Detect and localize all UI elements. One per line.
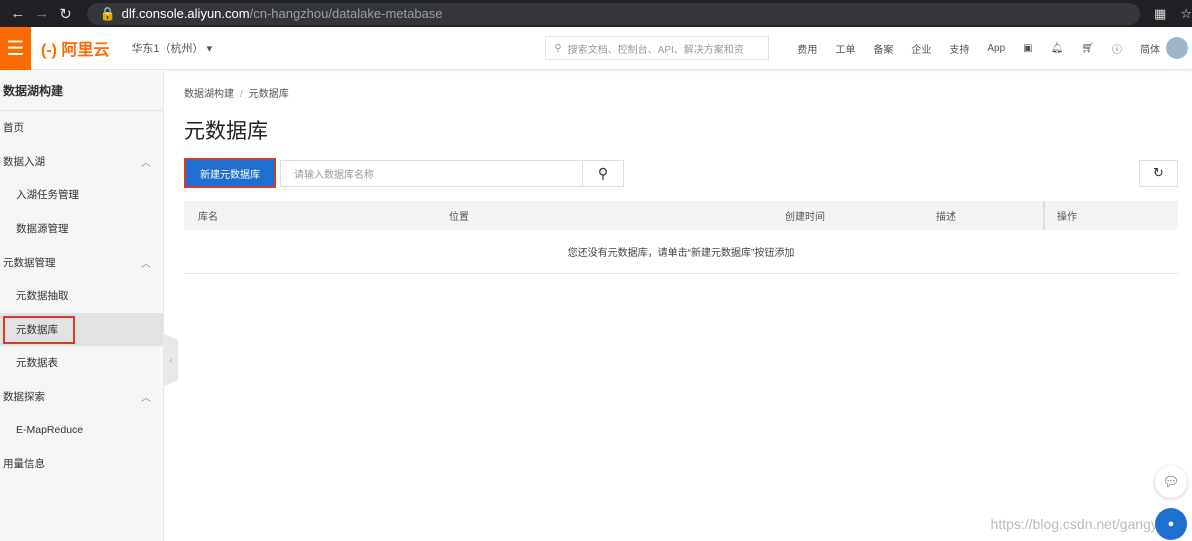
sidebar-item[interactable]: 入湖任务管理	[0, 178, 163, 212]
empty-message: 您还没有元数据库，请单击“新建元数据库”按钮添加	[184, 230, 1178, 274]
qr-icon[interactable]: ▦	[1154, 6, 1166, 22]
sidebar-item[interactable]: 元数据管理 ︿	[0, 245, 163, 279]
sidebar-item-label: 数据探索	[3, 391, 45, 404]
sidebar-item[interactable]: 数据入湖 ︿	[0, 145, 163, 179]
sidebar-item-label: 数据入湖	[3, 155, 45, 168]
top-nav: ☰ (-) 阿里云 华东1（杭州） ▾ ⚲ 搜索文档、控制台、API、解决方案和资…	[0, 26, 1192, 70]
sidebar-item[interactable]: 用量信息	[0, 447, 163, 481]
column-description: 描述	[936, 212, 956, 223]
nav-link-support[interactable]: 支持	[949, 41, 969, 56]
chevron-up-icon[interactable]: ︿	[141, 154, 151, 169]
sidebar-item-label: E-MapReduce	[16, 424, 84, 437]
chevron-up-icon[interactable]: ︿	[141, 389, 151, 404]
column-name: 库名	[198, 212, 218, 223]
sidebar-item-label: 元数据抽取	[16, 290, 69, 303]
nav-link-app[interactable]: App	[987, 43, 1005, 54]
search-icon: ⚲	[554, 42, 562, 54]
highlight-box	[3, 315, 75, 344]
main-content: 数据湖构建 / 元数据库 元数据库 新建元数据库 请输入数据库名称 ⚲ ↻ 库名 位…	[184, 71, 1178, 274]
sidebar-item-label: 入湖任务管理	[16, 189, 79, 202]
breadcrumb-current: 元数据库	[248, 89, 289, 100]
sidebar-item-label: 用量信息	[3, 458, 45, 471]
column-location: 位置	[449, 212, 469, 223]
sidebar-collapse-handle[interactable]: ‹	[164, 334, 178, 386]
language-switch[interactable]: 简体	[1140, 41, 1160, 56]
global-search-input[interactable]: ⚲ 搜索文档、控制台、API、解决方案和资	[545, 36, 770, 60]
breadcrumb: 数据湖构建 / 元数据库	[184, 89, 289, 100]
bell-icon[interactable]: 🔔︎	[1051, 43, 1064, 54]
sidebar-item[interactable]: 元数据库	[0, 312, 163, 347]
address-bar[interactable]: 🔒 dlf.console.aliyun.com/cn-hangzhou/data…	[87, 2, 1141, 25]
back-icon[interactable]: ←	[6, 5, 30, 22]
nav-link-icp[interactable]: 备案	[873, 41, 893, 56]
caret-down-icon: ▾	[206, 43, 213, 55]
breadcrumb-link[interactable]: 数据湖构建	[184, 89, 234, 100]
terminal-icon[interactable]: ▣	[1023, 43, 1032, 54]
page-title: 元数据库	[184, 120, 268, 143]
sidebar-item[interactable]: 数据源管理	[0, 212, 163, 246]
assistant-icon: ●	[1167, 518, 1175, 530]
refresh-button[interactable]: ↻	[1139, 159, 1178, 187]
search-button[interactable]: ⚲	[583, 159, 624, 187]
help-icon[interactable]: ⓘ	[1112, 41, 1122, 56]
sidebar-item-label: 首页	[3, 122, 24, 135]
create-database-button[interactable]: 新建元数据库	[184, 158, 276, 188]
browser-bar: ← → ↻ 🔒 dlf.console.aliyun.com/cn-hangzho…	[0, 0, 1192, 27]
nav-link-ticket[interactable]: 工单	[835, 41, 855, 56]
chat-icon: 💬︎	[1162, 474, 1180, 489]
refresh-icon: ↻	[1153, 165, 1164, 180]
assistant-button[interactable]: ●	[1155, 508, 1187, 540]
database-search-input[interactable]: 请输入数据库名称	[280, 159, 583, 187]
sidebar-item-label: 元数据表	[16, 357, 58, 370]
column-actions: 操作	[1043, 201, 1077, 230]
forward-icon[interactable]: →	[30, 5, 54, 22]
region-selector[interactable]: 华东1（杭州） ▾	[131, 40, 212, 56]
logo[interactable]: (-) 阿里云	[41, 36, 109, 60]
sidebar-item-label: 数据源管理	[16, 223, 69, 236]
sidebar-title: 数据湖构建	[0, 71, 163, 111]
sidebar-item-label: 元数据管理	[3, 256, 56, 269]
chevron-up-icon[interactable]: ︿	[141, 255, 151, 270]
lock-icon: 🔒	[99, 5, 116, 21]
star-icon[interactable]: ☆	[1180, 6, 1192, 22]
sidebar-item[interactable]: 数据探索 ︿	[0, 380, 163, 414]
sidebar: 数据湖构建 首页 数据入湖 ︿ 入湖任务管理 数据源管理 元数据管理 ︿ 元数据抽取 元数据库元…	[0, 71, 164, 541]
table-header: 库名 位置 创建时间 描述 操作	[184, 201, 1178, 230]
cart-icon[interactable]: 🛒︎	[1081, 43, 1094, 54]
sidebar-item[interactable]: E-MapReduce	[0, 413, 163, 447]
watermark: https://blog.csdn.net/gangyikeji	[990, 516, 1182, 532]
database-table: 库名 位置 创建时间 描述 操作 您还没有元数据库，请单击“新建元数据库”按钮添…	[184, 201, 1178, 274]
nav-link-enterprise[interactable]: 企业	[911, 41, 931, 56]
search-icon: ⚲	[597, 164, 609, 181]
avatar[interactable]	[1166, 37, 1188, 59]
sidebar-item[interactable]: 元数据抽取	[0, 279, 163, 313]
nav-link-billing[interactable]: 费用	[797, 41, 817, 56]
menu-icon[interactable]: ☰	[0, 26, 31, 70]
sidebar-item[interactable]: 元数据表	[0, 346, 163, 380]
reload-icon[interactable]: ↻	[54, 5, 78, 23]
sidebar-item[interactable]: 首页	[0, 111, 163, 145]
feedback-chat-button[interactable]: 💬︎	[1155, 466, 1187, 498]
column-created: 创建时间	[785, 212, 825, 223]
